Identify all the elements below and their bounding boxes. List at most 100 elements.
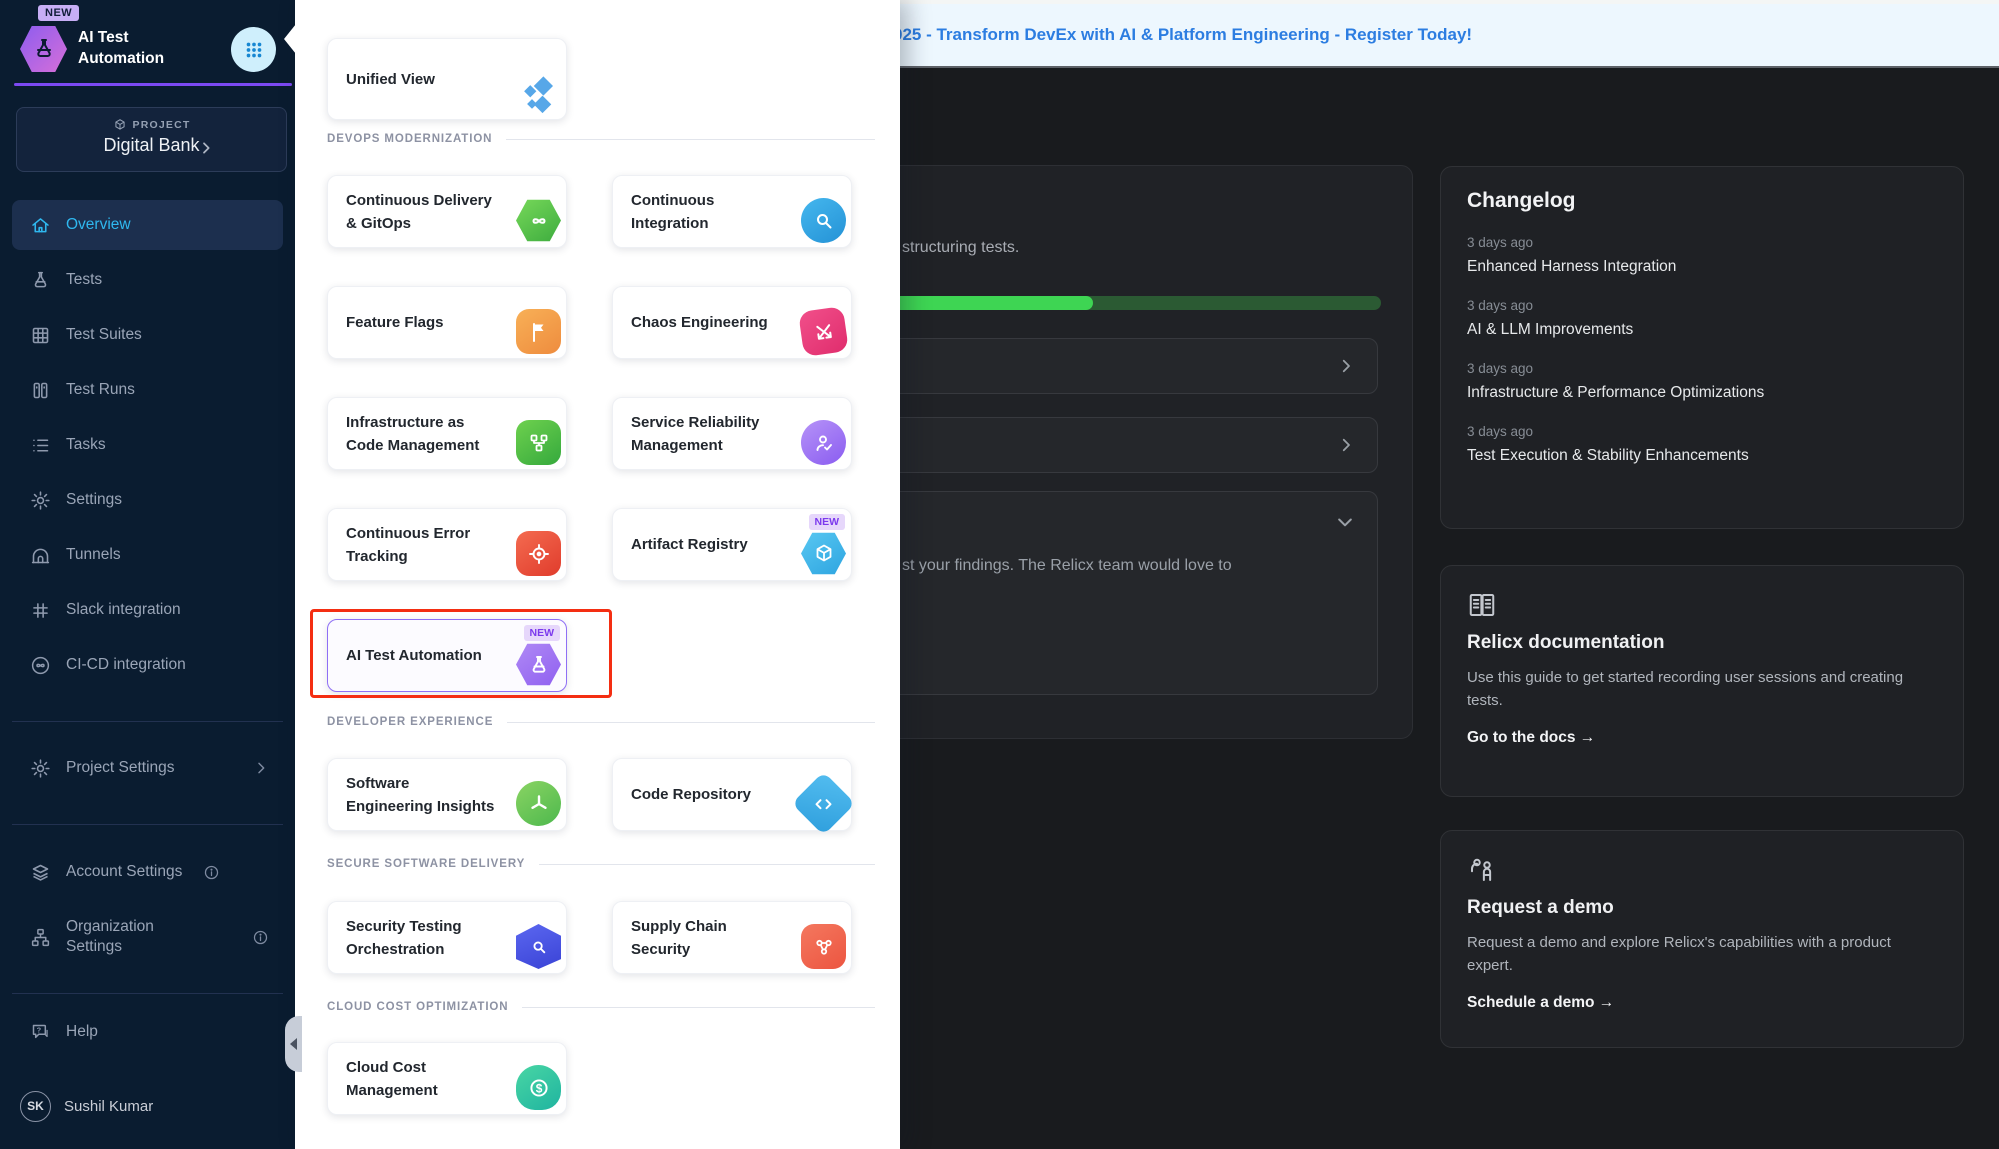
chevron-right-icon[interactable] [1337,357,1355,375]
sidebar-item-settings[interactable]: Settings [12,475,283,525]
user-name: Sushil Kumar [64,1098,153,1115]
changelog-entry[interactable]: 3 days ago Enhanced Harness Integration [1467,235,1937,276]
sidebar-collapse-handle[interactable] [285,1016,302,1072]
svg-text:?: ? [37,1025,42,1034]
module-tile-code-repository[interactable]: Code Repository [612,758,852,831]
sidebar-item-slack-integration[interactable]: Slack integration [12,585,283,635]
book-icon [1467,590,1937,620]
chevron-left-icon [290,1038,297,1050]
documentation-card: Relicx documentation Use this guide to g… [1440,565,1964,797]
documentation-body: Use this guide to get started recording … [1467,666,1937,713]
module-tile-cloud-cost-management[interactable]: Cloud Cost Management $ [327,1042,567,1115]
sidebar-item-help[interactable]: ? Help [12,1007,283,1057]
changelog-entry-time: 3 days ago [1467,424,1937,439]
project-selector[interactable]: PROJECT Digital Bank [16,107,287,172]
sidebar-item-account-settings[interactable]: Account Settings [12,847,283,897]
sidebar-item-tasks[interactable]: Tasks [12,420,283,470]
chevron-down-icon[interactable] [1335,512,1355,532]
module-tile-artifact-registry[interactable]: NEW Artifact Registry [612,508,852,581]
changelog-entry-title: Test Execution & Stability Enhancements [1467,447,1937,465]
sidebar-item-tunnels[interactable]: Tunnels [12,530,283,580]
go-to-docs-link[interactable]: Go to the docs → [1467,729,1937,747]
gear-icon [30,758,51,779]
changelog-entry-title: Enhanced Harness Integration [1467,258,1937,276]
module-tile-unified-view[interactable]: Unified View [327,38,567,120]
svg-text:$: $ [535,1081,542,1095]
request-demo-card: Request a demo Request a demo and explor… [1440,830,1964,1048]
schedule-demo-link[interactable]: Schedule a demo → [1467,994,1937,1012]
sidebar-item-overview[interactable]: Overview [12,200,283,250]
changelog-entry[interactable]: 3 days ago Infrastructure & Performance … [1467,361,1937,402]
sidebar-item-test-suites[interactable]: Test Suites [12,310,283,360]
changelog-entry-time: 3 days ago [1467,361,1937,376]
app-title: AI Test Automation [78,27,198,69]
sidebar-item-label: Test Suites [66,326,142,344]
error-tracking-icon [516,531,561,576]
sidebar-item-label: Overview [66,216,131,234]
flask-icon [30,270,51,291]
module-tile-infrastructure-as-code[interactable]: Infrastructure as Code Management [327,397,567,470]
sidebar-item-cicd-integration[interactable]: CI-CD integration [12,640,283,690]
ai-test-automation-logo-icon [20,24,67,74]
people-icon [1467,855,1937,885]
gear-icon [30,490,51,511]
infinity-link-icon [30,655,51,676]
continuous-integration-icon [801,198,846,243]
sidebar-item-tests[interactable]: Tests [12,255,283,305]
module-tile-supply-chain-security[interactable]: Supply Chain Security [612,901,852,974]
iacm-icon [516,420,561,465]
announcement-banner-text[interactable]: 025 - Transform DevEx with AI & Platform… [893,25,1472,45]
new-badge: NEW [524,625,561,641]
section-header-secure-software-delivery: SECURE SOFTWARE DELIVERY [327,858,875,870]
sidebar-item-project-settings[interactable]: Project Settings [12,743,283,793]
module-tile-chaos-engineering[interactable]: Chaos Engineering [612,286,852,359]
sidebar-new-badge: NEW [38,5,79,21]
cd-gitops-icon [516,198,561,243]
code-repository-icon [792,772,856,836]
supply-chain-icon [801,924,846,969]
chaos-engineering-icon [798,306,849,357]
module-tile-service-reliability[interactable]: Service Reliability Management [612,397,852,470]
changelog-entry-title: Infrastructure & Performance Optimizatio… [1467,384,1937,402]
sidebar-item-label: Account Settings [66,863,182,881]
module-tile-feature-flags[interactable]: Feature Flags [327,286,567,359]
org-chart-icon [30,927,51,948]
module-tile-software-engineering-insights[interactable]: Software Engineering Insights [327,758,567,831]
module-tile-continuous-integration[interactable]: Continuous Integration [612,175,852,248]
slack-icon [30,600,51,621]
sidebar-item-label: Organization Settings [66,917,196,957]
module-tile-continuous-error-tracking[interactable]: Continuous Error Tracking [327,508,567,581]
sidebar-item-label: Tests [66,271,102,289]
info-icon [203,864,220,881]
feature-flags-icon [516,309,561,354]
tunnel-icon [30,545,51,566]
sidebar: NEW AI Test Automation PROJECT Digital B… [0,0,295,1149]
module-tile-security-testing-orchestration[interactable]: Security Testing Orchestration [327,901,567,974]
module-accent-line [14,83,292,86]
avatar: SK [20,1091,51,1122]
module-picker-button[interactable] [231,27,276,72]
sidebar-divider [12,721,283,722]
changelog-entry[interactable]: 3 days ago Test Execution & Stability En… [1467,424,1937,465]
grid-icon [30,325,51,346]
chevron-right-icon[interactable] [1337,436,1355,454]
changelog-title: Changelog [1467,189,1937,213]
sidebar-item-test-runs[interactable]: Test Runs [12,365,283,415]
chevron-right-icon [198,140,214,156]
list-icon [30,435,51,456]
sidebar-divider [12,993,283,994]
module-picker-panel: Unified View DEVOPS MODERNIZATION Contin… [295,0,900,1149]
sto-icon [516,924,561,969]
request-demo-title: Request a demo [1467,897,1937,919]
layers-icon [30,862,51,883]
user-menu[interactable]: SK Sushil Kumar [12,1083,283,1129]
sidebar-item-label: Help [66,1023,98,1041]
info-icon [252,929,269,946]
chevron-right-icon [253,760,269,776]
getting-started-heading: structuring tests. [902,239,1019,257]
module-tile-ai-test-automation[interactable]: NEW AI Test Automation [327,619,567,692]
sidebar-item-organization-settings[interactable]: Organization Settings [12,905,283,969]
project-label: PROJECT [133,119,191,131]
changelog-entry[interactable]: 3 days ago AI & LLM Improvements [1467,298,1937,339]
module-tile-continuous-delivery-gitops[interactable]: Continuous Delivery & GitOps [327,175,567,248]
